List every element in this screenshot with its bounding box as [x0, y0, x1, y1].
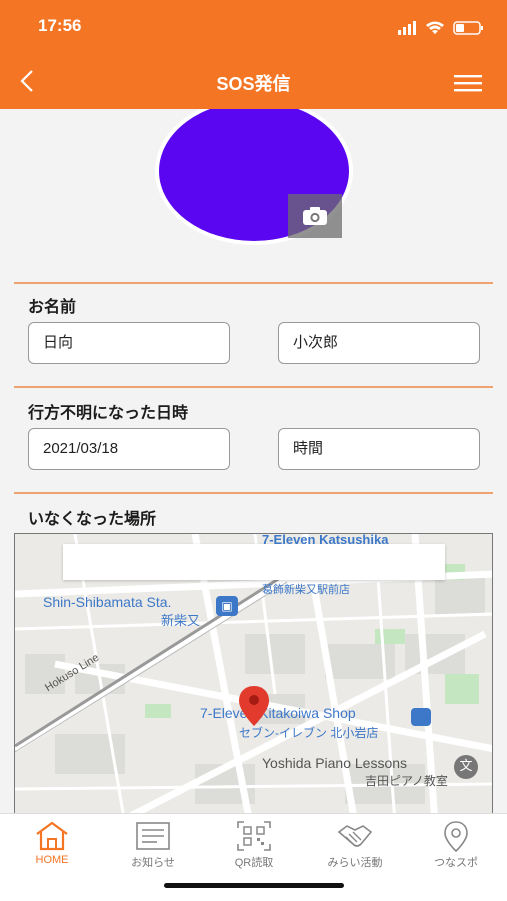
school-icon: 文 [454, 755, 478, 779]
map-search-box[interactable] [63, 544, 445, 580]
tab-qr[interactable]: QR読取 [204, 814, 304, 874]
section-divider [14, 282, 493, 284]
tab-home-label: HOME [35, 854, 69, 866]
map-label-piano: Yoshida Piano Lessons [262, 755, 408, 771]
status-time: 17:56 [38, 16, 82, 35]
form-content: お名前 日向 小次郎 行方不明になった日時 2021/03/18 時間 いなくな… [0, 109, 507, 813]
time-field[interactable]: 時間 [278, 428, 480, 470]
tab-activity-label: みらい活動 [327, 857, 383, 869]
location-map[interactable]: 7-Eleven Katsushika 葛飾新柴又駅前店 Shin-Shibam… [14, 533, 493, 813]
status-bar: 17:56 [0, 0, 507, 55]
map-label-piano-jp: 吉田ピアノ教室 [365, 774, 448, 788]
first-name-field[interactable]: 小次郎 [278, 322, 480, 364]
location-pin-icon [444, 821, 468, 852]
shop-icon [411, 708, 431, 726]
tab-news[interactable]: お知らせ [103, 814, 203, 874]
home-indicator [164, 883, 344, 888]
camera-icon [303, 207, 327, 225]
tab-spots-label: つなスポ [434, 857, 478, 869]
back-chevron-icon[interactable] [14, 65, 44, 97]
map-label-station-shop: 葛飾新柴又駅前店 [262, 584, 350, 596]
map-label-seven-top: 7-Eleven Katsushika [262, 533, 389, 547]
signal-icon [398, 30, 401, 35]
missing-datetime-label: 行方不明になった日時 [28, 405, 189, 422]
news-icon [136, 822, 170, 850]
map-pin-icon[interactable] [239, 686, 269, 726]
map-label-seven-main-jp: セブン-イレブン 北小岩店 [239, 726, 379, 740]
tab-qr-label: QR読取 [234, 857, 274, 869]
date-field[interactable]: 2021/03/18 [28, 428, 230, 470]
home-icon [36, 821, 68, 851]
missing-place-label: いなくなった場所 [28, 511, 157, 528]
tab-news-label: お知らせ [131, 857, 175, 869]
train-station-icon: ▣ [216, 596, 238, 616]
tab-spots[interactable]: つなスポ [406, 814, 506, 874]
change-photo-button[interactable] [288, 194, 342, 238]
wifi-icon [426, 21, 444, 34]
section-divider [14, 386, 493, 388]
nav-bar: SOS発信 [0, 55, 507, 109]
avatar-area [155, 109, 353, 245]
qr-icon [237, 821, 271, 851]
page-title: SOS発信 [216, 74, 291, 94]
tab-home[interactable]: HOME [2, 814, 102, 874]
handshake-icon [337, 825, 373, 847]
name-label: お名前 [28, 299, 77, 316]
status-icons [398, 21, 483, 35]
last-name-field[interactable]: 日向 [28, 322, 230, 364]
section-divider [14, 492, 493, 494]
map-label-station-jp: 新柴又 [161, 613, 201, 628]
tab-activity[interactable]: みらい活動 [305, 814, 405, 874]
map-label-seven-main: 7-Eleven Kitakoiwa Shop [200, 705, 356, 721]
hamburger-menu-icon[interactable] [452, 69, 486, 97]
map-label-station: Shin-Shibamata Sta. [43, 594, 172, 610]
